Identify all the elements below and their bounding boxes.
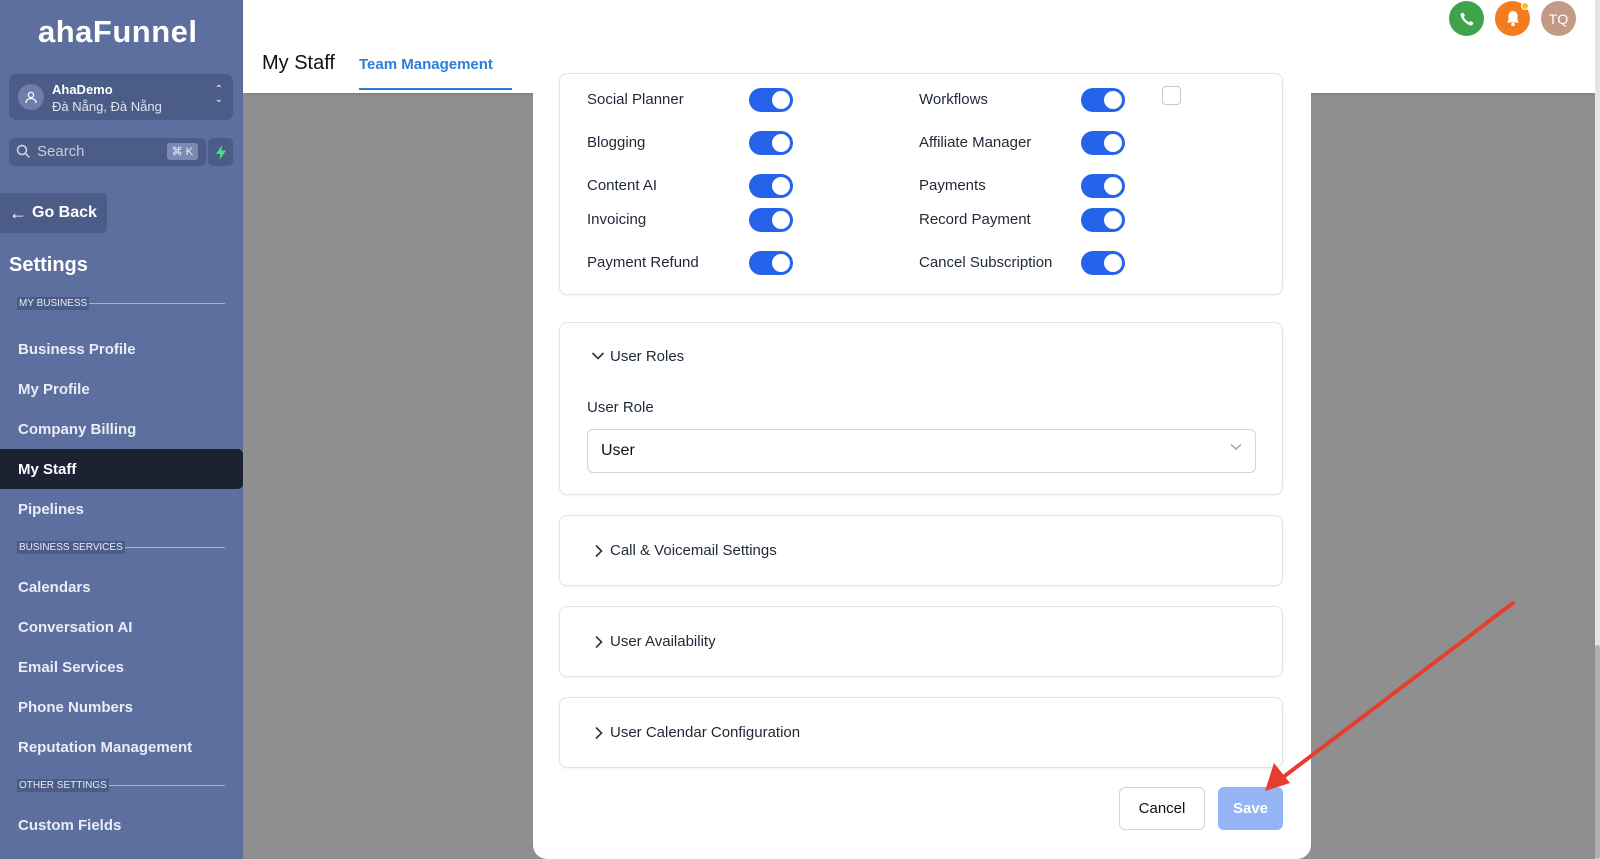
page-title: My Staff	[262, 52, 335, 74]
sidebar-item-company-billing[interactable]: Company Billing	[0, 409, 243, 449]
user-avatar[interactable]: TQ	[1541, 1, 1576, 36]
toggle-invoicing[interactable]	[749, 208, 793, 232]
notifications-button[interactable]	[1495, 1, 1530, 36]
notification-dot	[1521, 2, 1529, 10]
user-role-select[interactable]: User	[587, 429, 1256, 473]
user-roles-card: User Roles User Role User	[559, 322, 1283, 495]
location-avatar-icon	[18, 84, 44, 110]
toggle-payments[interactable]	[1081, 174, 1125, 198]
permission-label-blogging: Blogging	[587, 134, 646, 151]
user-calendar-configuration-title: User Calendar Configuration	[610, 724, 801, 741]
chevron-right-icon	[595, 726, 603, 740]
toggle-workflows[interactable]	[1081, 88, 1125, 112]
sidebar-item-my-staff[interactable]: My Staff	[0, 449, 243, 489]
call-voicemail-settings-section[interactable]: Call & Voicemail Settings	[559, 515, 1283, 586]
sidebar-item-conversation-ai[interactable]: Conversation AI	[0, 607, 243, 647]
user-roles-title[interactable]: User Roles	[610, 348, 684, 365]
sidebar-item-business-profile[interactable]: Business Profile	[0, 329, 243, 369]
cancel-button[interactable]: Cancel	[1119, 787, 1205, 830]
permission-label-payments: Payments	[919, 177, 986, 194]
chevron-down-icon[interactable]	[591, 351, 605, 361]
search-icon	[16, 144, 31, 159]
sidebar-item-reputation-management[interactable]: Reputation Management	[0, 727, 243, 767]
account-switcher[interactable]: AhaDemo Đà Nẵng, Đà Nẵng ⌃ ⌄	[9, 74, 233, 120]
permission-label-record-payment: Record Payment	[919, 211, 1031, 228]
page-scrollbar-thumb[interactable]	[1595, 645, 1600, 859]
toggle-blogging[interactable]	[749, 131, 793, 155]
permission-label-invoicing: Invoicing	[587, 211, 647, 228]
call-voicemail-settings-title: Call & Voicemail Settings	[610, 542, 777, 559]
arrow-left-icon: ←	[9, 202, 27, 223]
tab-team-management[interactable]: Team Management	[359, 56, 493, 73]
user-role-label: User Role	[587, 399, 654, 416]
permission-label-content-ai: Content AI	[587, 177, 658, 194]
permission-label-affiliate-manager: Affiliate Manager	[919, 134, 1032, 151]
phone-button[interactable]	[1449, 1, 1484, 36]
chevron-updown-icon: ⌃ ⌄	[214, 84, 223, 105]
toggle-social-planner[interactable]	[749, 88, 793, 112]
chevron-right-icon	[595, 544, 603, 558]
save-button[interactable]: Save	[1218, 787, 1283, 830]
sidebar-item-phone-numbers[interactable]: Phone Numbers	[0, 687, 243, 727]
sidebar-item-email-services[interactable]: Email Services	[0, 647, 243, 687]
toggle-record-payment[interactable]	[1081, 208, 1125, 232]
phone-icon	[1460, 12, 1473, 25]
permission-label-workflows: Workflows	[919, 91, 988, 108]
sidebar-item-calendars[interactable]: Calendars	[0, 567, 243, 607]
workflows-checkbox[interactable]	[1162, 86, 1181, 105]
account-location: Đà Nẵng, Đà Nẵng	[52, 99, 162, 114]
bell-icon	[1506, 11, 1519, 27]
lightning-icon	[215, 144, 226, 160]
go-back-label: Go Back	[32, 204, 97, 221]
user-availability-section[interactable]: User Availability	[559, 606, 1283, 677]
permission-label-social-planner: Social Planner	[587, 91, 684, 108]
section-header-other-settings: OTHER SETTINGS	[17, 778, 225, 792]
toggle-cancel-subscription[interactable]	[1081, 251, 1125, 275]
tab-active-indicator	[359, 88, 512, 90]
account-name: AhaDemo	[52, 82, 113, 97]
edit-staff-modal: Social Planner Workflows Blogging Affili…	[533, 73, 1311, 859]
brand-logo[interactable]: ahaFunnel	[38, 14, 198, 50]
sidebar: ahaFunnel AhaDemo Đà Nẵng, Đà Nẵng ⌃ ⌄ Se…	[0, 0, 243, 859]
sidebar-item-custom-fields[interactable]: Custom Fields	[0, 805, 243, 845]
toggle-content-ai[interactable]	[749, 174, 793, 198]
toggle-affiliate-manager[interactable]	[1081, 131, 1125, 155]
permission-label-payment-refund: Payment Refund	[587, 254, 699, 271]
section-header-my-business: MY BUSINESS	[17, 296, 225, 310]
go-back-button[interactable]: ← Go Back	[0, 193, 107, 233]
search-bar[interactable]: Search ⌘ K	[9, 138, 206, 166]
chevron-down-icon	[1230, 443, 1242, 450]
user-calendar-configuration-section[interactable]: User Calendar Configuration	[559, 697, 1283, 768]
quick-action-button[interactable]	[208, 138, 233, 166]
user-availability-title: User Availability	[610, 633, 716, 650]
permissions-card: Social Planner Workflows Blogging Affili…	[559, 73, 1283, 295]
search-shortcut-badge: ⌘ K	[166, 143, 198, 160]
search-placeholder: Search	[37, 143, 85, 160]
settings-title: Settings	[9, 254, 88, 276]
user-role-value: User	[601, 442, 635, 459]
sidebar-item-pipelines[interactable]: Pipelines	[0, 489, 243, 529]
section-header-business-services: BUSINESS SERVICES	[17, 540, 225, 554]
toggle-payment-refund[interactable]	[749, 251, 793, 275]
permission-label-cancel-subscription: Cancel Subscription	[919, 254, 1053, 271]
sidebar-item-my-profile[interactable]: My Profile	[0, 369, 243, 409]
chevron-right-icon	[595, 635, 603, 649]
